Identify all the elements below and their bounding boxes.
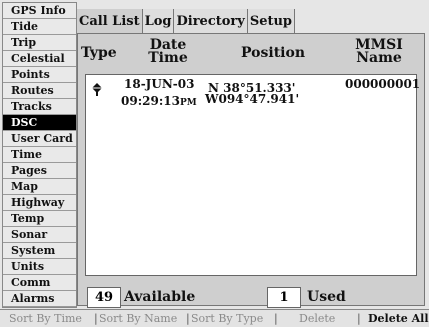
softkey-separator: | <box>94 312 98 325</box>
sidebar-item-alarms[interactable]: Alarms <box>3 291 76 307</box>
column-headers: Type Date Time Position MMSI Name <box>78 34 424 72</box>
softkey-separator: | <box>274 312 278 325</box>
call-longitude: W094°47.941' <box>205 92 300 106</box>
sidebar-item-trip[interactable]: Trip <box>3 35 76 51</box>
delete-button[interactable]: Delete <box>299 310 335 327</box>
sidebar-item-map[interactable]: Map <box>3 179 76 195</box>
available-count: 49 <box>87 287 121 308</box>
sidebar-item-highway[interactable]: Highway <box>3 195 76 211</box>
sidebar-item-gps-info[interactable]: GPS Info <box>3 3 76 19</box>
gps-screen: GPS Info Tide Trip Celestial Points Rout… <box>0 0 429 327</box>
used-count: 1 <box>267 287 301 308</box>
call-list[interactable]: 18-JUN-03 09:29:13PM N 38°51.333' W094°4… <box>85 74 420 276</box>
call-date: 18-JUN-03 <box>124 77 195 91</box>
sidebar-item-celestial[interactable]: Celestial <box>3 51 76 67</box>
softkey-bar: Sort By Time | Sort By Name | Sort By Ty… <box>0 309 429 327</box>
softkey-separator: | <box>357 312 361 325</box>
delete-all-button[interactable]: Delete All <box>368 310 429 327</box>
call-list-panel: Type Date Time Position MMSI Name 18-JUN… <box>77 33 425 308</box>
sort-by-name-button[interactable]: Sort By Name <box>99 310 177 327</box>
sort-by-time-button[interactable]: Sort By Time <box>9 310 82 327</box>
column-header-type: Type <box>81 45 117 61</box>
tab-log[interactable]: Log <box>142 9 175 34</box>
sidebar-item-points[interactable]: Points <box>3 67 76 83</box>
distress-call-icon <box>91 82 103 99</box>
call-mmsi: 000000001 <box>345 77 421 91</box>
tab-setup[interactable]: Setup <box>247 9 296 34</box>
tab-directory[interactable]: Directory <box>174 9 248 34</box>
call-time: 09:29:13PM <box>121 94 197 108</box>
sidebar-item-time[interactable]: Time <box>3 147 76 163</box>
sidebar-item-comm[interactable]: Comm <box>3 275 76 291</box>
tab-bar: Call List Log Directory Setup <box>77 9 296 34</box>
sidebar-item-user-card[interactable]: User Card <box>3 131 76 147</box>
softkey-separator: | <box>186 312 190 325</box>
sidebar-item-tracks[interactable]: Tracks <box>3 99 76 115</box>
tab-call-list[interactable]: Call List <box>77 9 143 34</box>
sidebar-item-units[interactable]: Units <box>3 259 76 275</box>
column-header-position: Position <box>241 45 305 61</box>
sidebar-item-system[interactable]: System <box>3 243 76 259</box>
list-item[interactable]: 18-JUN-03 09:29:13PM N 38°51.333' W094°4… <box>86 75 420 113</box>
used-label: Used <box>307 289 346 305</box>
sort-by-type-button[interactable]: Sort By Type <box>191 310 263 327</box>
sidebar-item-dsc[interactable]: DSC <box>3 115 76 131</box>
column-header-name: Name <box>356 50 402 66</box>
available-label: Available <box>124 289 196 305</box>
sidebar-item-routes[interactable]: Routes <box>3 83 76 99</box>
sidebar-item-pages[interactable]: Pages <box>3 163 76 179</box>
sidebar-item-temp[interactable]: Temp <box>3 211 76 227</box>
column-header-time: Time <box>148 50 188 66</box>
sidebar-item-tide[interactable]: Tide <box>3 19 76 35</box>
sidebar: GPS Info Tide Trip Celestial Points Rout… <box>2 2 77 308</box>
sidebar-item-sonar[interactable]: Sonar <box>3 227 76 243</box>
